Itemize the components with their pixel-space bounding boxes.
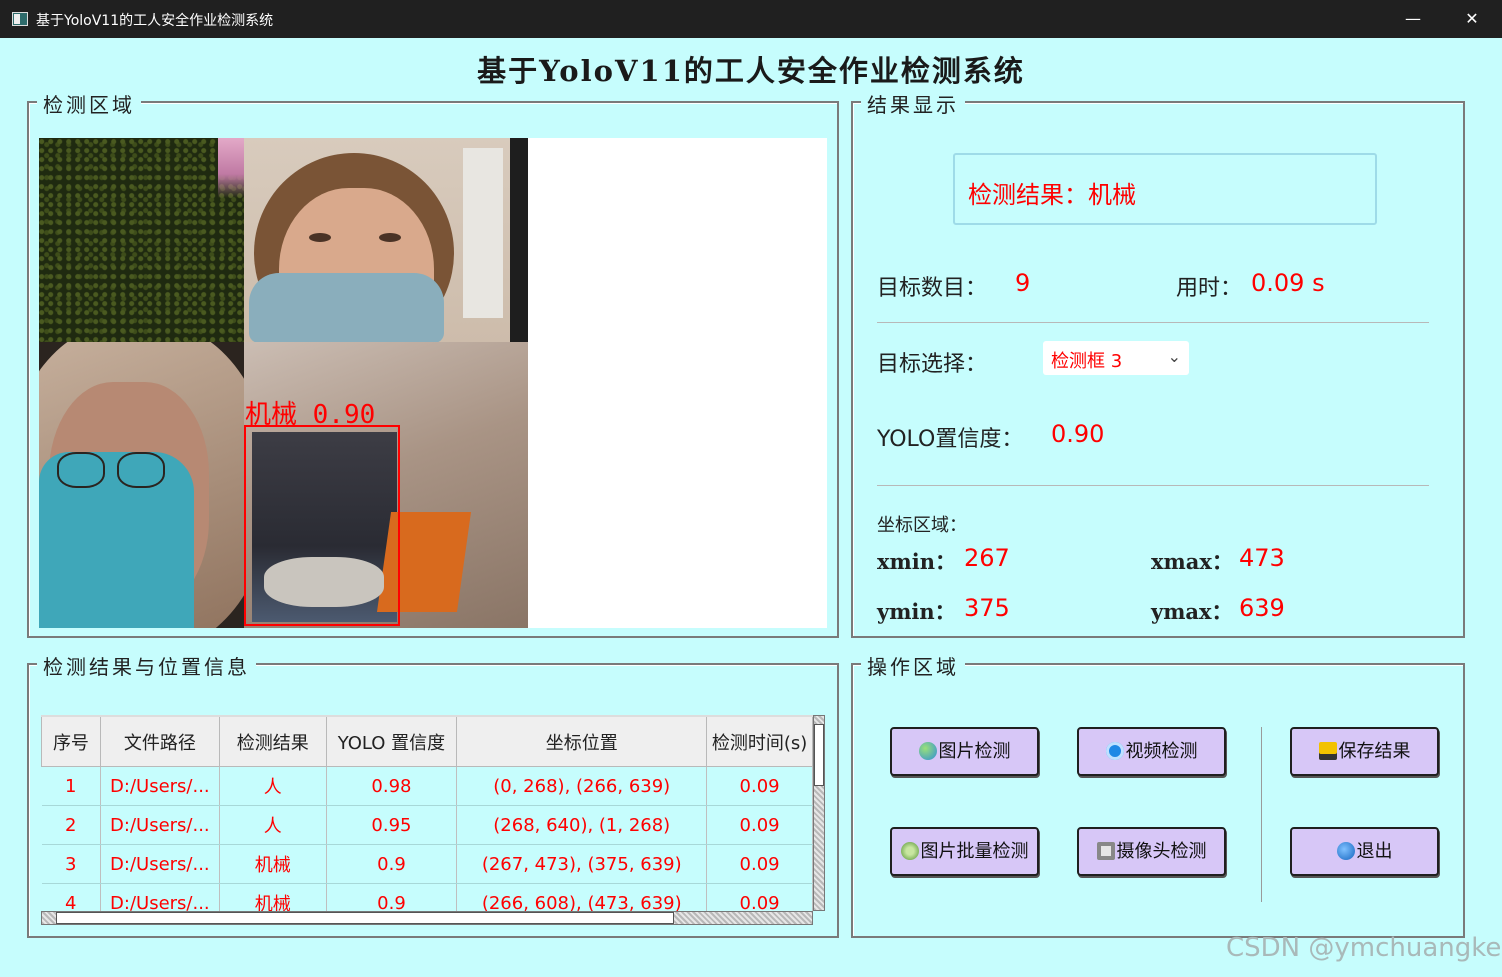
video-detect-button[interactable]: 视频检测 (1077, 727, 1226, 776)
folder-images-icon (900, 842, 919, 860)
conf-label: YOLO置信度： (877, 427, 1024, 452)
target-select-dropdown[interactable]: 检测框 3 ⌄ (1043, 341, 1189, 375)
cell-coords: (0, 268), (266, 639) (456, 766, 708, 806)
time-label: 用时： (1176, 276, 1243, 301)
cell-index: 1 (41, 766, 101, 806)
conf-value: 0.90 (1051, 420, 1105, 448)
save-icon (1318, 742, 1337, 760)
play-icon (1105, 742, 1124, 760)
window-titlebar: 基于YoloV11的工人安全作业检测系统 — ✕ (0, 0, 1502, 38)
result-table-label: 检测结果与位置信息 (37, 651, 256, 680)
divider (877, 322, 1429, 323)
column-header-path[interactable]: 文件路径 (99, 715, 220, 767)
cell-result: 机械 (219, 844, 327, 884)
video-detect-label: 视频检测 (1125, 741, 1198, 762)
ymax-label: ymax： (1151, 599, 1233, 624)
coord-area-label: 坐标区域： (877, 515, 967, 536)
cell-coords: (268, 640), (1, 268) (456, 805, 708, 845)
table-header-row: 序号 文件路径 检测结果 YOLO 置信度 坐标位置 检测时间(s) (41, 715, 813, 767)
column-header-time[interactable]: 检测时间(s) (706, 715, 813, 767)
camera-detect-button[interactable]: 摄像头检测 (1077, 827, 1226, 876)
table-row[interactable]: 3 D:/Users/... 机械 0.9 (267, 473), (375, … (41, 844, 813, 884)
cell-index: 2 (41, 805, 101, 845)
cell-path: D:/Users/... (100, 805, 220, 845)
mosaic-image-hooded-face (39, 342, 244, 628)
scrollbar-thumb[interactable] (814, 724, 824, 786)
cell-result: 人 (219, 805, 327, 845)
table-row[interactable]: 2 D:/Users/... 人 0.95 (268, 640), (1, 26… (41, 805, 813, 845)
watermark: CSDN @ymchuangke (1226, 933, 1502, 963)
cell-result: 人 (219, 766, 327, 806)
cell-path: D:/Users/... (100, 844, 220, 884)
result-table: 序号 文件路径 检测结果 YOLO 置信度 坐标位置 检测时间(s) 1 D:/… (41, 715, 813, 923)
table-row[interactable]: 1 D:/Users/... 人 0.98 (0, 268), (266, 63… (41, 766, 813, 806)
window-title: 基于YoloV11的工人安全作业检测系统 (36, 13, 274, 29)
app-icon (12, 12, 28, 26)
cell-time: 0.09 (706, 844, 813, 884)
close-button[interactable]: ✕ (1443, 0, 1501, 38)
cell-time: 0.09 (706, 766, 813, 806)
divider (877, 485, 1429, 486)
detect-result-display: 检测结果：机械 (953, 153, 1377, 225)
detection-canvas: 机械 0.90 (39, 138, 827, 628)
vertical-divider (1261, 727, 1262, 902)
xmin-value: 267 (964, 544, 1010, 572)
cell-confidence: 0.9 (326, 844, 458, 884)
xmin-label: xmin： (877, 549, 956, 574)
exit-label: 退出 (1356, 841, 1393, 862)
detect-area-group: 检测区域 机械 0.90 (27, 89, 839, 638)
target-count-value: 9 (1015, 269, 1031, 297)
detection-bounding-box (244, 425, 400, 626)
mosaic-image-grass (39, 138, 244, 342)
image-detect-button[interactable]: 图片检测 (890, 727, 1039, 776)
column-header-confidence[interactable]: YOLO 置信度 (325, 715, 458, 767)
image-detect-label: 图片检测 (938, 741, 1011, 762)
target-count-label: 目标数目： (877, 276, 988, 301)
camera-icon (1096, 842, 1115, 860)
detect-area-label: 检测区域 (37, 89, 141, 118)
column-header-coords[interactable]: 坐标位置 (456, 715, 708, 767)
cell-path: D:/Users/... (100, 766, 220, 806)
target-select-label: 目标选择： (877, 352, 988, 377)
cell-coords: (267, 473), (375, 639) (456, 844, 708, 884)
result-area-label: 结果显示 (861, 89, 965, 118)
detection-box-label: 机械 0.90 (245, 400, 376, 430)
cell-confidence: 0.95 (326, 805, 458, 845)
result-table-group: 检测结果与位置信息 序号 文件路径 检测结果 YOLO 置信度 坐标位置 检测时… (27, 651, 839, 938)
mosaic-image-masked-face (244, 138, 528, 342)
chevron-down-icon: ⌄ (1167, 347, 1181, 366)
camera-detect-label: 摄像头检测 (1116, 841, 1207, 862)
scrollbar-thumb[interactable] (56, 912, 674, 924)
save-result-button[interactable]: 保存结果 (1290, 727, 1439, 776)
column-header-index[interactable]: 序号 (41, 715, 101, 767)
app-title: 基于YoloV11的工人安全作业检测系统 (477, 54, 1025, 88)
operation-area-group: 操作区域 图片检测 视频检测 保存结果 图片批量检测 摄像头检测 退出 (851, 651, 1465, 938)
result-area-group: 结果显示 检测结果：机械 目标数目： 9 用时： 0.09 s 目标选择： 检测… (851, 89, 1465, 638)
operation-area-label: 操作区域 (861, 651, 965, 680)
xmax-value: 473 (1239, 544, 1285, 572)
ymin-label: ymin： (877, 599, 956, 624)
exit-button[interactable]: 退出 (1290, 827, 1439, 876)
time-value: 0.09 s (1251, 269, 1325, 297)
save-result-label: 保存结果 (1338, 741, 1411, 762)
cell-index: 3 (41, 844, 101, 884)
ymax-value: 639 (1239, 594, 1285, 622)
batch-detect-label: 图片批量检测 (920, 841, 1029, 862)
table-horizontal-scrollbar[interactable] (41, 911, 813, 925)
column-header-result[interactable]: 检测结果 (218, 715, 327, 767)
batch-detect-button[interactable]: 图片批量检测 (890, 827, 1039, 876)
minimize-button[interactable]: — (1384, 0, 1442, 38)
xmax-label: xmax： (1151, 549, 1233, 574)
ymin-value: 375 (964, 594, 1010, 622)
image-icon (918, 742, 937, 760)
table-vertical-scrollbar[interactable] (813, 715, 825, 911)
exit-icon (1336, 842, 1355, 860)
cell-time: 0.09 (706, 805, 813, 845)
target-select-value: 检测框 3 (1051, 351, 1123, 372)
cell-confidence: 0.98 (326, 766, 458, 806)
